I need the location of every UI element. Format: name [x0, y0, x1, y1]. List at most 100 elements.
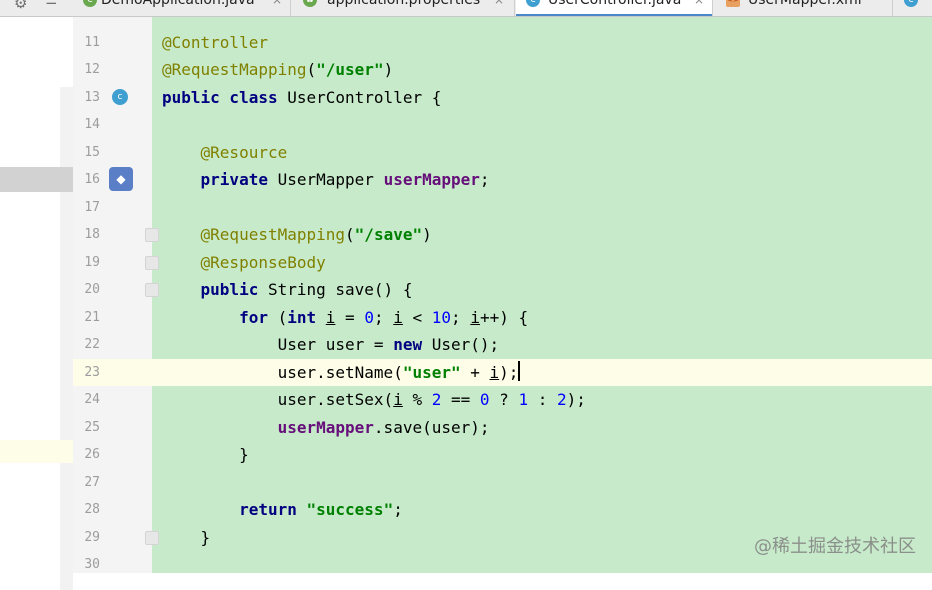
panel-scroll-strip: [60, 87, 73, 590]
code-text[interactable]: public String save() {: [162, 276, 413, 303]
code-text[interactable]: @RequestMapping("/save"): [162, 221, 432, 248]
code-line[interactable]: 18 @RequestMapping("/save"): [73, 221, 932, 248]
line-number: 22: [84, 337, 100, 352]
code-token: for: [239, 307, 268, 327]
fold-marker-icon[interactable]: [145, 228, 159, 242]
fold-marker-icon[interactable]: [145, 255, 159, 270]
highlighted-tree-row: [0, 440, 73, 463]
close-icon[interactable]: ×: [694, 0, 704, 7]
code-token: i: [489, 362, 500, 382]
code-token: .save(user);: [373, 417, 490, 437]
code-editor[interactable]: 11 @Controller 12 @RequestMapping("/user") 1…: [73, 17, 932, 573]
code-token: 0: [364, 307, 374, 327]
code-token: ?: [489, 390, 519, 409]
close-icon[interactable]: ×: [272, 0, 282, 7]
code-text[interactable]: private UserMapper userMapper;: [162, 166, 490, 193]
code-token: (: [345, 225, 355, 244]
code-token: @Controller: [162, 32, 268, 52]
code-token: new: [393, 335, 423, 354]
code-token: i: [470, 307, 480, 327]
code-token: <: [402, 307, 432, 327]
code-token: UserMapper: [267, 170, 384, 189]
code-line[interactable]: 28 return "success";: [73, 496, 932, 523]
code-line[interactable]: 25 userMapper.save(user);: [73, 414, 932, 441]
code-token: 0: [479, 390, 490, 409]
tab-user-mapper-xml[interactable]: <> UserMapper.xml: [716, 0, 893, 16]
code-text[interactable]: for (int i = 0; i < 10; i++) {: [162, 304, 528, 331]
tab-label: application.properties: [327, 0, 481, 8]
code-line[interactable]: 11 @Controller: [73, 29, 932, 56]
selected-tree-row[interactable]: [0, 167, 73, 192]
tab-demo-application[interactable]: c DemoApplication.java ×: [80, 0, 291, 16]
code-text[interactable]: @Controller: [162, 29, 268, 56]
code-line[interactable]: 20 public String save() {: [73, 276, 932, 303]
code-token: :: [528, 390, 557, 409]
code-text[interactable]: return "success";: [162, 496, 403, 523]
code-line[interactable]: 15 @Resource: [73, 139, 932, 166]
code-line[interactable]: 27: [73, 469, 932, 496]
close-icon[interactable]: ×: [494, 0, 504, 7]
code-line[interactable]: 22 User user = new User();: [73, 331, 932, 358]
code-token: =: [335, 307, 365, 327]
code-text[interactable]: @Resource: [162, 139, 288, 166]
line-number: 30: [84, 557, 100, 572]
code-text[interactable]: userMapper.save(user);: [162, 414, 490, 441]
code-line[interactable]: 17: [73, 194, 932, 221]
code-token: user.setName(: [162, 362, 403, 382]
project-panel: [0, 17, 73, 590]
code-line[interactable]: 13 public class UserController {c: [73, 84, 932, 111]
code-token: ;: [479, 170, 490, 189]
autowired-bean-icon[interactable]: ◆: [109, 167, 133, 191]
code-line[interactable]: 23 user.setName("user" + i);: [73, 359, 932, 386]
code-text[interactable]: }: [162, 524, 211, 551]
tab-overflow[interactable]: c: [896, 0, 932, 16]
code-token: (: [306, 60, 317, 79]
code-line[interactable]: 16 private UserMapper userMapper; ◆: [73, 166, 932, 193]
spring-controller-icon[interactable]: c: [112, 88, 128, 105]
code-text[interactable]: @RequestMapping("/user"): [162, 56, 393, 83]
code-token: return: [239, 500, 297, 519]
code-text[interactable]: User user = new User();: [162, 331, 500, 358]
code-text[interactable]: user.setSex(i % 2 == 0 ? 1 : 2);: [162, 386, 586, 413]
code-token: User();: [422, 335, 500, 354]
code-line[interactable]: 24 user.setSex(i % 2 == 0 ? 1 : 2);: [73, 386, 932, 413]
code-text[interactable]: @ResponseBody: [162, 249, 326, 276]
line-number: 24: [84, 392, 100, 407]
minus-icon[interactable]: −: [45, 0, 58, 12]
code-line[interactable]: 21 for (int i = 0; i < 10; i++) {: [73, 304, 932, 331]
gear-icon[interactable]: ⚙: [14, 0, 27, 12]
tab-label: UserController.java: [548, 0, 682, 8]
tab-application-properties[interactable]: ✿ application.properties ×: [300, 0, 515, 16]
line-number: 12: [84, 62, 100, 77]
code-token: );: [566, 390, 586, 409]
code-token: int: [287, 307, 317, 327]
code-token: ): [422, 225, 432, 244]
line-number: 19: [84, 254, 100, 270]
code-line[interactable]: 19 @ResponseBody: [73, 249, 932, 276]
fold-marker-icon[interactable]: [145, 530, 159, 545]
code-token: "user": [402, 362, 461, 382]
spring-properties-icon: ✿: [303, 0, 317, 7]
code-line[interactable]: 26 }: [73, 441, 932, 468]
fold-marker-icon[interactable]: [145, 283, 159, 297]
code-text[interactable]: public class UserController {: [162, 84, 441, 111]
line-number: 25: [84, 419, 100, 435]
code-token: );: [499, 362, 519, 382]
code-token: String save() {: [258, 280, 413, 299]
code-line[interactable]: 12 @RequestMapping("/user"): [73, 56, 932, 83]
tab-user-controller[interactable]: c UserController.java ×: [516, 0, 713, 16]
code-token: @Resource: [200, 142, 288, 162]
code-token: }: [162, 527, 211, 547]
code-line[interactable]: 14: [73, 111, 932, 138]
code-text[interactable]: user.setName("user" + i);: [162, 359, 521, 386]
line-number: 17: [84, 199, 100, 215]
code-text[interactable]: }: [162, 441, 249, 468]
line-number: 18: [84, 227, 100, 242]
